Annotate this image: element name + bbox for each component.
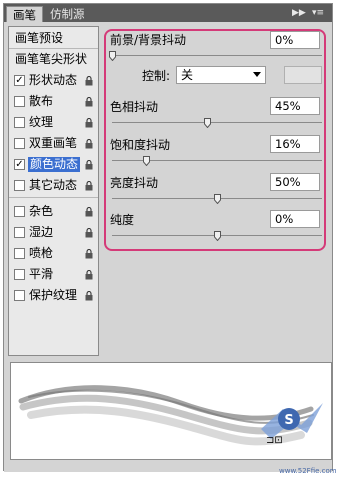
list-divider [9,197,98,198]
saturation-jitter-label: 饱和度抖动 [110,138,171,152]
svg-text:S: S [284,413,293,428]
lock-icon[interactable] [85,248,93,259]
list-item[interactable]: 湿边 [9,222,98,243]
option-label: 散布 [29,94,54,108]
option-label: 杂色 [29,204,54,218]
list-item[interactable]: 杂色 [9,201,98,222]
option-label: 平滑 [29,267,54,281]
list-item[interactable]: 纹理 [9,112,98,133]
brush-panel: 画笔 仿制源 ▶▶ ▾≡ 画笔预设 画笔笔尖形状 ✓ 形状动态 散布 纹理 双重画笔 ✓ 颜色… [3,3,337,475]
list-item[interactable]: 双重画笔 [9,133,98,154]
option-label: 画笔笔尖形状 [15,52,88,66]
purity-label: 纯度 [110,213,135,227]
purity-slider-thumb[interactable] [214,230,221,242]
lock-icon[interactable] [85,117,93,128]
option-label: 颜色动态 [28,157,81,172]
fg-bg-jitter-slider-thumb[interactable] [109,50,116,62]
option-checkbox[interactable] [14,96,25,107]
option-label: 喷枪 [29,246,54,260]
hue-jitter-label: 色相抖动 [110,100,159,114]
collapse-panel-icon[interactable]: ▶▶ [292,7,306,19]
option-label: 湿边 [29,225,54,239]
brush-options-list: 画笔预设 画笔笔尖形状 ✓ 形状动态 散布 纹理 双重画笔 ✓ 颜色动态 其它动态 杂色 湿边 喷枪平… [8,26,99,356]
list-item[interactable]: ✓ 形状动态 [9,70,98,91]
create-new-brush-icon[interactable]: ⊐⊡ [266,435,283,447]
brush-stroke-preview-graphic: S [18,385,323,446]
brush-stroke-preview: S [10,362,332,460]
tab-bar: 画笔 仿制源 ▶▶ ▾≡ [4,4,332,22]
hue-jitter-slider-thumb[interactable] [203,117,211,129]
lock-icon[interactable] [85,269,93,280]
lock-icon[interactable] [85,180,93,191]
lock-icon[interactable] [85,206,93,217]
option-checkbox[interactable] [14,269,25,280]
option-label: 纹理 [29,115,54,129]
lock-icon[interactable] [85,96,93,107]
brightness-jitter-input[interactable]: 50% [270,173,320,191]
option-checkbox[interactable] [14,248,25,259]
brush-presets-button[interactable]: 画笔预设 [9,27,98,49]
option-checkbox[interactable] [14,227,25,238]
brightness-jitter-label: 亮度抖动 [110,176,159,190]
option-label: 保护纹理 [29,288,78,302]
hue-jitter-slider-track[interactable] [112,122,322,123]
list-item[interactable]: 画笔笔尖形状 [9,49,98,70]
control-select[interactable]: 关 [176,66,266,84]
list-item[interactable]: ✓ 颜色动态 [9,154,98,175]
fg-bg-jitter-label: 前景/背景抖动 [110,33,187,47]
option-label: 双重画笔 [29,136,78,150]
list-item[interactable]: 喷枪 [9,243,98,264]
saturation-jitter-input[interactable]: 16% [270,135,320,153]
hue-jitter-input[interactable]: 45% [270,97,320,115]
fg-bg-jitter-slider-track[interactable] [112,55,322,56]
control-select-value: 关 [181,68,194,82]
screenshot-frame: 画笔 仿制源 ▶▶ ▾≡ 画笔预设 画笔笔尖形状 ✓ 形状动态 散布 纹理 双重画笔 ✓ 颜色… [0,0,343,480]
option-checkbox[interactable] [14,290,25,301]
option-checkbox[interactable] [14,180,25,191]
option-checkbox[interactable]: ✓ [14,75,25,86]
list-item[interactable]: 散布 [9,91,98,112]
brightness-jitter-slider-thumb[interactable] [214,193,221,205]
lock-icon[interactable] [85,75,93,86]
option-checkbox[interactable] [14,138,25,149]
option-checkbox[interactable]: ✓ [14,159,25,170]
option-checkbox[interactable] [14,206,25,217]
saturation-jitter-slider-thumb[interactable] [142,155,150,167]
control-label: 控制: [142,69,171,83]
list-item[interactable]: 保护纹理 [9,285,98,306]
lock-icon[interactable] [85,227,93,238]
lock-icon[interactable] [85,290,93,301]
lock-icon[interactable] [85,138,93,149]
panel-menu-icon[interactable]: ▾≡ [312,7,324,19]
fg-bg-jitter-input[interactable]: 0% [270,31,320,49]
lock-icon[interactable] [85,159,93,170]
chevron-down-icon [253,72,261,77]
tab-brush[interactable]: 画笔 [6,6,43,22]
watermark-url: www.52Ffie.com [279,467,337,475]
purity-input[interactable]: 0% [270,210,320,228]
option-label: 形状动态 [29,73,78,87]
option-checkbox[interactable] [14,117,25,128]
tab-clone-source[interactable]: 仿制源 [44,6,91,22]
control-fade-input-disabled [284,66,322,84]
list-item[interactable]: 其它动态 [9,175,98,196]
list-item[interactable]: 平滑 [9,264,98,285]
option-label: 其它动态 [29,178,78,192]
